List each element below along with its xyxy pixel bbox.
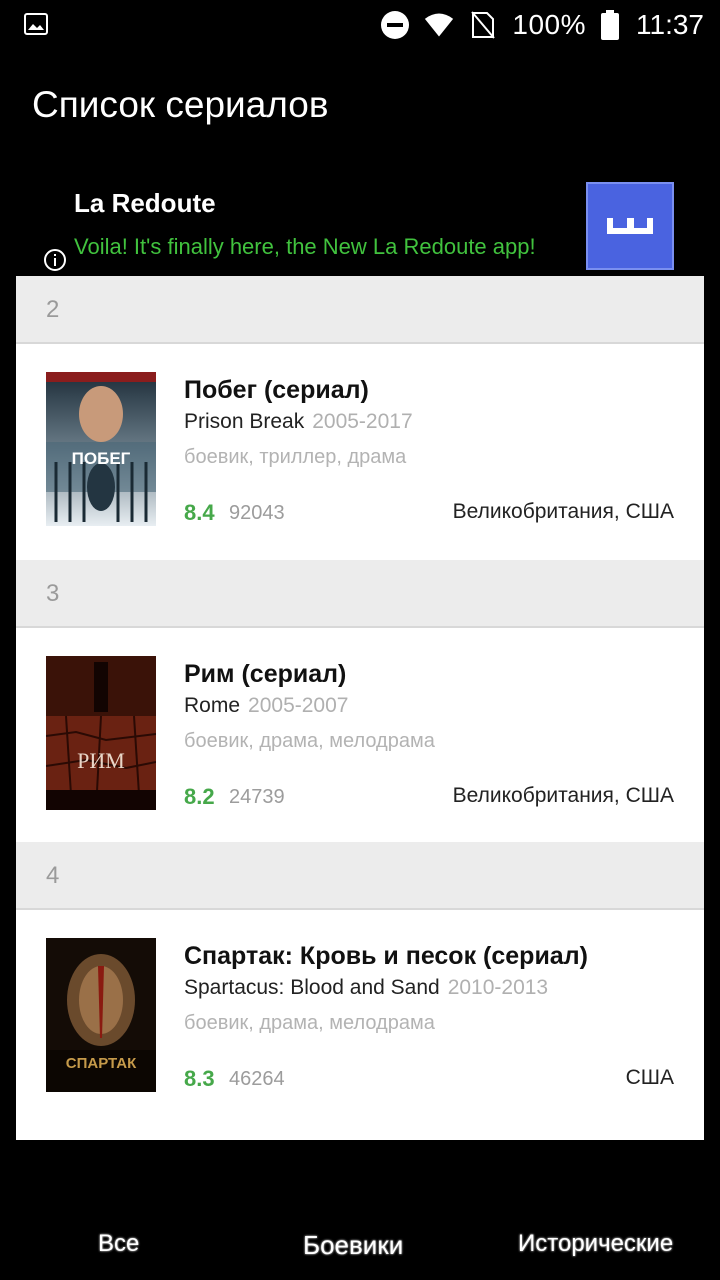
wifi-icon: [424, 10, 454, 40]
series-genres: боевик, драма, мелодрама: [184, 1012, 435, 1034]
tab-all[interactable]: Все: [98, 1230, 139, 1258]
series-country: США: [625, 1066, 674, 1089]
series-country: Великобритания, США: [452, 500, 674, 523]
poster-title: СПАРТАК: [66, 1055, 137, 1072]
poster-image: РИМ: [46, 656, 156, 810]
series-years: 2005-2017: [312, 410, 413, 433]
series-votes: 24739: [229, 786, 285, 808]
rank-header: 3: [16, 560, 704, 628]
series-subtitle: Rome 2005-2007: [184, 694, 348, 718]
original-title: Spartacus: Blood and Sand: [184, 976, 440, 999]
rank-header: 4: [16, 842, 704, 910]
ad-title[interactable]: La Redoute: [74, 188, 216, 219]
original-title: Prison Break: [184, 410, 305, 433]
poster-title: РИМ: [77, 748, 125, 773]
clock: 11:37: [636, 9, 704, 40]
series-title[interactable]: Рим (сериал): [184, 660, 346, 689]
series-subtitle: Prison Break 2005-2017: [184, 410, 413, 434]
series-rating: 8.4: [184, 500, 215, 525]
battery-percent: 100%: [512, 9, 586, 40]
tab-action[interactable]: Боевики: [303, 1230, 403, 1261]
poster-image: СПАРТАК: [46, 938, 156, 1092]
series-title[interactable]: Побег (сериал): [184, 376, 369, 405]
series-years: 2010-2013: [447, 976, 549, 999]
series-list: 2 ПОБЕГ Побег (сериал) Prison Break 2005…: [16, 276, 704, 1140]
list-item[interactable]: СПАРТАК Спартак: Кровь и песок (сериал) …: [16, 910, 704, 1124]
series-years: 2005-2007: [248, 694, 349, 717]
no-sim-icon: [468, 10, 498, 40]
status-bar: 100% 11:37: [0, 0, 720, 50]
series-rating: 8.3: [184, 1066, 215, 1091]
series-rating: 8.2: [184, 784, 215, 809]
rank-header: 2: [16, 276, 704, 344]
ad-text[interactable]: Voila! It's finally here, the New La Red…: [74, 234, 566, 260]
series-title[interactable]: Спартак: Кровь и песок (сериал): [184, 942, 588, 971]
ad-logo-icon[interactable]: [586, 182, 674, 270]
dnd-icon: [380, 10, 410, 40]
gallery-icon: [24, 12, 48, 36]
poster-title: ПОБЕГ: [72, 449, 131, 468]
series-votes: 46264: [229, 1068, 285, 1090]
list-item[interactable]: ПОБЕГ Побег (сериал) Prison Break 2005-20…: [16, 344, 704, 560]
series-subtitle: Spartacus: Blood and Sand 2010-2013: [184, 976, 548, 1000]
series-votes: 92043: [229, 502, 285, 524]
page-title: Список сериалов: [32, 84, 329, 125]
list-item[interactable]: РИМ Рим (сериал) Rome 2005-2007 боевик, д…: [16, 628, 704, 842]
tab-historical[interactable]: Исторические: [518, 1230, 673, 1258]
category-tabs: Все Боевики Исторические: [0, 1218, 720, 1280]
series-genres: боевик, драма, мелодрама: [184, 730, 435, 752]
poster-image: ПОБЕГ: [46, 372, 156, 526]
battery-icon: [600, 10, 620, 40]
series-country: Великобритания, США: [452, 784, 674, 807]
series-genres: боевик, триллер, драма: [184, 446, 407, 468]
ad-banner[interactable]: La Redoute Voila! It's finally here, the…: [16, 170, 704, 276]
info-icon[interactable]: [44, 249, 66, 271]
original-title: Rome: [184, 694, 241, 717]
